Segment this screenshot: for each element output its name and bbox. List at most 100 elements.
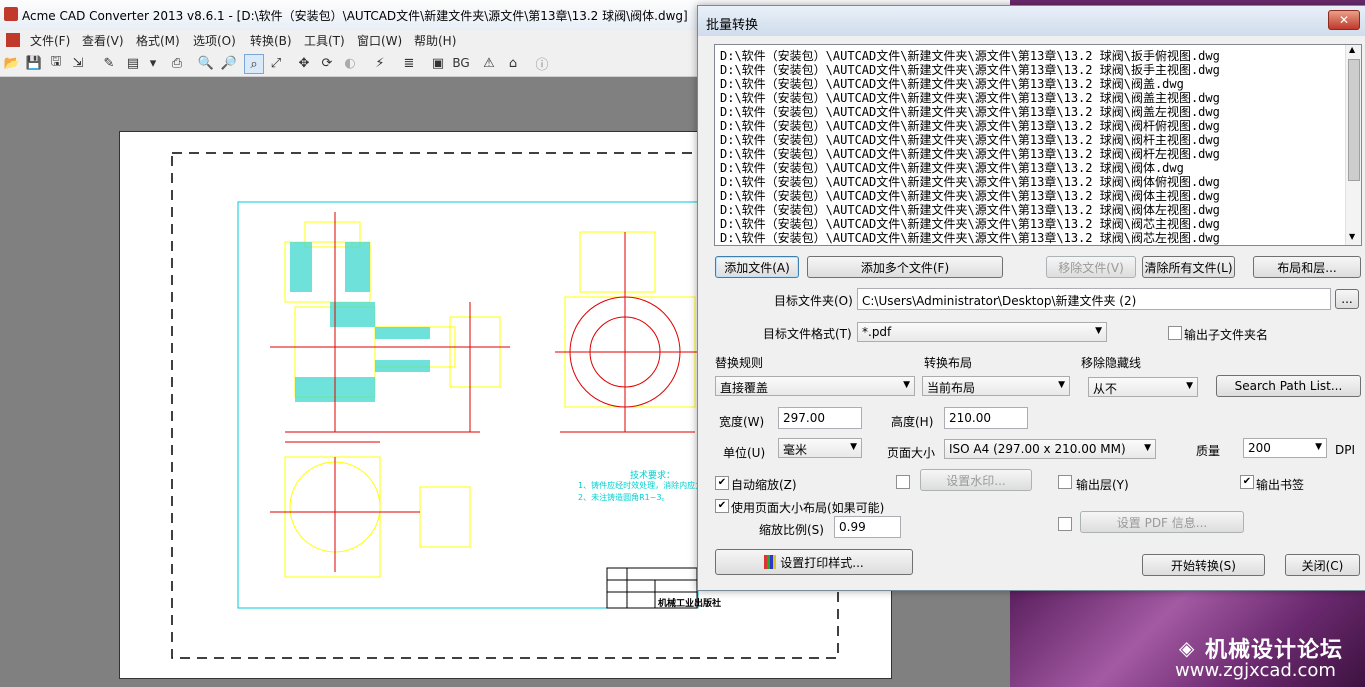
add-file-button[interactable]: 添加文件(A) bbox=[715, 256, 799, 278]
watermark-checkbox[interactable] bbox=[896, 475, 910, 489]
hide-icon[interactable]: ◐ bbox=[341, 54, 359, 72]
print-icon[interactable]: ⎙ bbox=[168, 54, 186, 72]
browse-folder-button[interactable]: ... bbox=[1335, 289, 1359, 309]
forum-logo: ◈ 机械设计论坛 www.zgjxcad.com bbox=[1175, 630, 1365, 687]
layers-icon[interactable]: ≣ bbox=[400, 54, 418, 72]
target-folder-input[interactable]: C:\Users\Administrator\Desktop\新建文件夹 (2) bbox=[857, 288, 1331, 310]
file-list-scrollbar[interactable]: ▲ ▼ bbox=[1345, 45, 1361, 245]
menu-options[interactable]: 选项(O) bbox=[193, 32, 236, 49]
convert-layout-select[interactable]: 当前布局 ▼ bbox=[922, 376, 1070, 396]
register-icon[interactable]: ⚠ bbox=[480, 54, 498, 72]
file-list-item[interactable]: D:\软件（安装包）\AUTCAD文件\新建文件夹\源文件\第13章\13.2 … bbox=[720, 147, 1220, 161]
zoom-realtime-icon[interactable]: ⤢ bbox=[267, 54, 285, 72]
file-list-item[interactable]: D:\软件（安装包）\AUTCAD文件\新建文件夹\源文件\第13章\13.2 … bbox=[720, 119, 1220, 133]
file-list-item[interactable]: D:\软件（安装包）\AUTCAD文件\新建文件夹\源文件\第13章\13.2 … bbox=[720, 175, 1220, 189]
remove-hidden-lines-value: 从不 bbox=[1093, 382, 1118, 396]
menu-view[interactable]: 查看(V) bbox=[82, 32, 124, 49]
start-convert-button[interactable]: 开始转换(S) bbox=[1142, 554, 1265, 576]
chevron-down-icon: ▼ bbox=[1095, 326, 1102, 336]
menu-format[interactable]: 格式(M) bbox=[136, 32, 180, 49]
replace-rule-select[interactable]: 直接覆盖 ▼ bbox=[715, 376, 915, 396]
scroll-thumb[interactable] bbox=[1348, 59, 1360, 181]
export-icon[interactable]: ⇲ bbox=[69, 54, 87, 72]
set-print-style-button[interactable]: 设置打印样式... bbox=[715, 549, 913, 575]
file-list-item[interactable]: D:\软件（安装包）\AUTCAD文件\新建文件夹\源文件\第13章\13.2 … bbox=[720, 91, 1220, 105]
menu-convert[interactable]: 转换(B) bbox=[250, 32, 292, 49]
file-list-item[interactable]: D:\软件（安装包）\AUTCAD文件\新建文件夹\源文件\第13章\13.2 … bbox=[720, 217, 1220, 231]
file-list-item[interactable]: D:\软件（安装包）\AUTCAD文件\新建文件夹\源文件\第13章\13.2 … bbox=[720, 77, 1184, 91]
scroll-down-icon[interactable]: ▼ bbox=[1349, 232, 1355, 241]
layout-layers-button[interactable]: 布局和层... bbox=[1253, 256, 1361, 278]
pan-icon[interactable]: ✥ bbox=[295, 54, 313, 72]
page-size-select[interactable]: ISO A4 (297.00 x 210.00 MM) ▼ bbox=[944, 439, 1156, 459]
frame-icon[interactable]: ▣ bbox=[429, 54, 447, 72]
app-icon bbox=[4, 7, 18, 21]
output-subfolder-checkbox[interactable] bbox=[1168, 326, 1182, 340]
auto-zoom-label: 自动缩放(Z) bbox=[731, 478, 797, 492]
chevron-down-icon: ▼ bbox=[1144, 443, 1151, 453]
save-as-icon[interactable]: 🖫 bbox=[47, 54, 65, 72]
use-page-layout-label: 使用页面大小布局(如果可能) bbox=[731, 501, 885, 515]
file-list-item[interactable]: D:\软件（安装包）\AUTCAD文件\新建文件夹\源文件\第13章\13.2 … bbox=[720, 231, 1220, 245]
search-path-list-button[interactable]: Search Path List... bbox=[1216, 375, 1361, 397]
rotate-icon[interactable]: ⟳ bbox=[318, 54, 336, 72]
dialog-title: 批量转换 bbox=[706, 18, 759, 33]
page-size-value: ISO A4 (297.00 x 210.00 MM) bbox=[949, 442, 1126, 456]
info-icon[interactable]: ⓘ bbox=[533, 54, 551, 73]
batch-icon[interactable]: ▤ bbox=[124, 54, 142, 72]
close-icon[interactable]: ✕ bbox=[1328, 10, 1360, 30]
quality-label: 质量 bbox=[1196, 444, 1221, 458]
measure-icon[interactable]: ⚡ bbox=[371, 54, 389, 72]
convert-icon[interactable]: ✎ bbox=[100, 54, 118, 72]
doc-icon bbox=[6, 33, 20, 47]
file-list-item[interactable]: D:\软件（安装包）\AUTCAD文件\新建文件夹\源文件\第13章\13.2 … bbox=[720, 133, 1220, 147]
scroll-up-icon[interactable]: ▲ bbox=[1349, 45, 1355, 54]
remove-hidden-lines-label: 移除隐藏线 bbox=[1081, 356, 1142, 370]
clear-all-files-button[interactable]: 清除所有文件(L) bbox=[1142, 256, 1235, 278]
menu-window[interactable]: 窗口(W) bbox=[357, 32, 402, 49]
set-watermark-button[interactable]: 设置水印... bbox=[920, 469, 1032, 491]
file-list[interactable]: D:\软件（安装包）\AUTCAD文件\新建文件夹\源文件\第13章\13.2 … bbox=[714, 44, 1362, 246]
convert-layout-value: 当前布局 bbox=[927, 381, 976, 395]
file-list-item[interactable]: D:\软件（安装包）\AUTCAD文件\新建文件夹\源文件\第13章\13.2 … bbox=[720, 105, 1220, 119]
file-list-item[interactable]: D:\软件（安装包）\AUTCAD文件\新建文件夹\源文件\第13章\13.2 … bbox=[720, 203, 1220, 217]
chevron-down-icon: ▼ bbox=[1058, 380, 1065, 390]
file-list-item[interactable]: D:\软件（安装包）\AUTCAD文件\新建文件夹\源文件\第13章\13.2 … bbox=[720, 63, 1220, 77]
height-label: 高度(H) bbox=[891, 415, 934, 429]
chevron-down-icon: ▼ bbox=[1186, 381, 1193, 391]
file-list-item[interactable]: D:\软件（安装包）\AUTCAD文件\新建文件夹\源文件\第13章\13.2 … bbox=[720, 49, 1220, 63]
quality-select[interactable]: 200 ▼ bbox=[1243, 438, 1327, 458]
file-list-item[interactable]: D:\软件（安装包）\AUTCAD文件\新建文件夹\源文件\第13章\13.2 … bbox=[720, 189, 1220, 203]
zoom-out-icon[interactable]: 🔍 bbox=[197, 54, 215, 72]
remove-hidden-lines-select[interactable]: 从不 ▼ bbox=[1088, 377, 1198, 397]
dropdown-arrow-icon[interactable]: ▾ bbox=[144, 54, 162, 72]
auto-zoom-checkbox[interactable]: ✔ bbox=[715, 476, 729, 490]
zoom-ratio-input[interactable]: 0.99 bbox=[834, 516, 901, 538]
zoom-window-icon[interactable]: ⌕ bbox=[244, 54, 264, 74]
target-format-select[interactable]: *.pdf ▼ bbox=[857, 322, 1107, 342]
width-input[interactable]: 297.00 bbox=[778, 407, 862, 429]
file-list-item[interactable]: D:\软件（安装包）\AUTCAD文件\新建文件夹\源文件\第13章\13.2 … bbox=[720, 161, 1184, 175]
output-bookmarks-checkbox[interactable]: ✔ bbox=[1240, 475, 1254, 489]
output-layers-checkbox[interactable] bbox=[1058, 475, 1072, 489]
dpi-label: DPI bbox=[1335, 443, 1356, 457]
close-button[interactable]: 关闭(C) bbox=[1285, 554, 1360, 576]
remove-file-button[interactable]: 移除文件(V) bbox=[1046, 256, 1136, 278]
zoom-in-icon[interactable]: 🔎 bbox=[220, 54, 238, 72]
replace-rule-value: 直接覆盖 bbox=[720, 381, 769, 395]
menu-tools[interactable]: 工具(T) bbox=[304, 32, 345, 49]
height-input[interactable]: 210.00 bbox=[944, 407, 1028, 429]
add-multiple-files-button[interactable]: 添加多个文件(F) bbox=[807, 256, 1003, 278]
unit-select[interactable]: 毫米 ▼ bbox=[778, 438, 862, 458]
open-icon[interactable]: 📂 bbox=[3, 54, 21, 72]
background-icon[interactable]: BG bbox=[450, 54, 472, 72]
home-icon[interactable]: ⌂ bbox=[504, 54, 522, 72]
menu-help[interactable]: 帮助(H) bbox=[414, 32, 456, 49]
pdf-info-checkbox[interactable] bbox=[1058, 517, 1072, 531]
save-icon[interactable]: 💾 bbox=[25, 54, 43, 72]
unit-label: 单位(U) bbox=[723, 446, 766, 460]
use-page-layout-checkbox[interactable]: ✔ bbox=[715, 499, 729, 513]
target-format-value: *.pdf bbox=[862, 325, 892, 339]
menu-file[interactable]: 文件(F) bbox=[30, 32, 70, 49]
set-pdf-info-button[interactable]: 设置 PDF 信息... bbox=[1080, 511, 1244, 533]
